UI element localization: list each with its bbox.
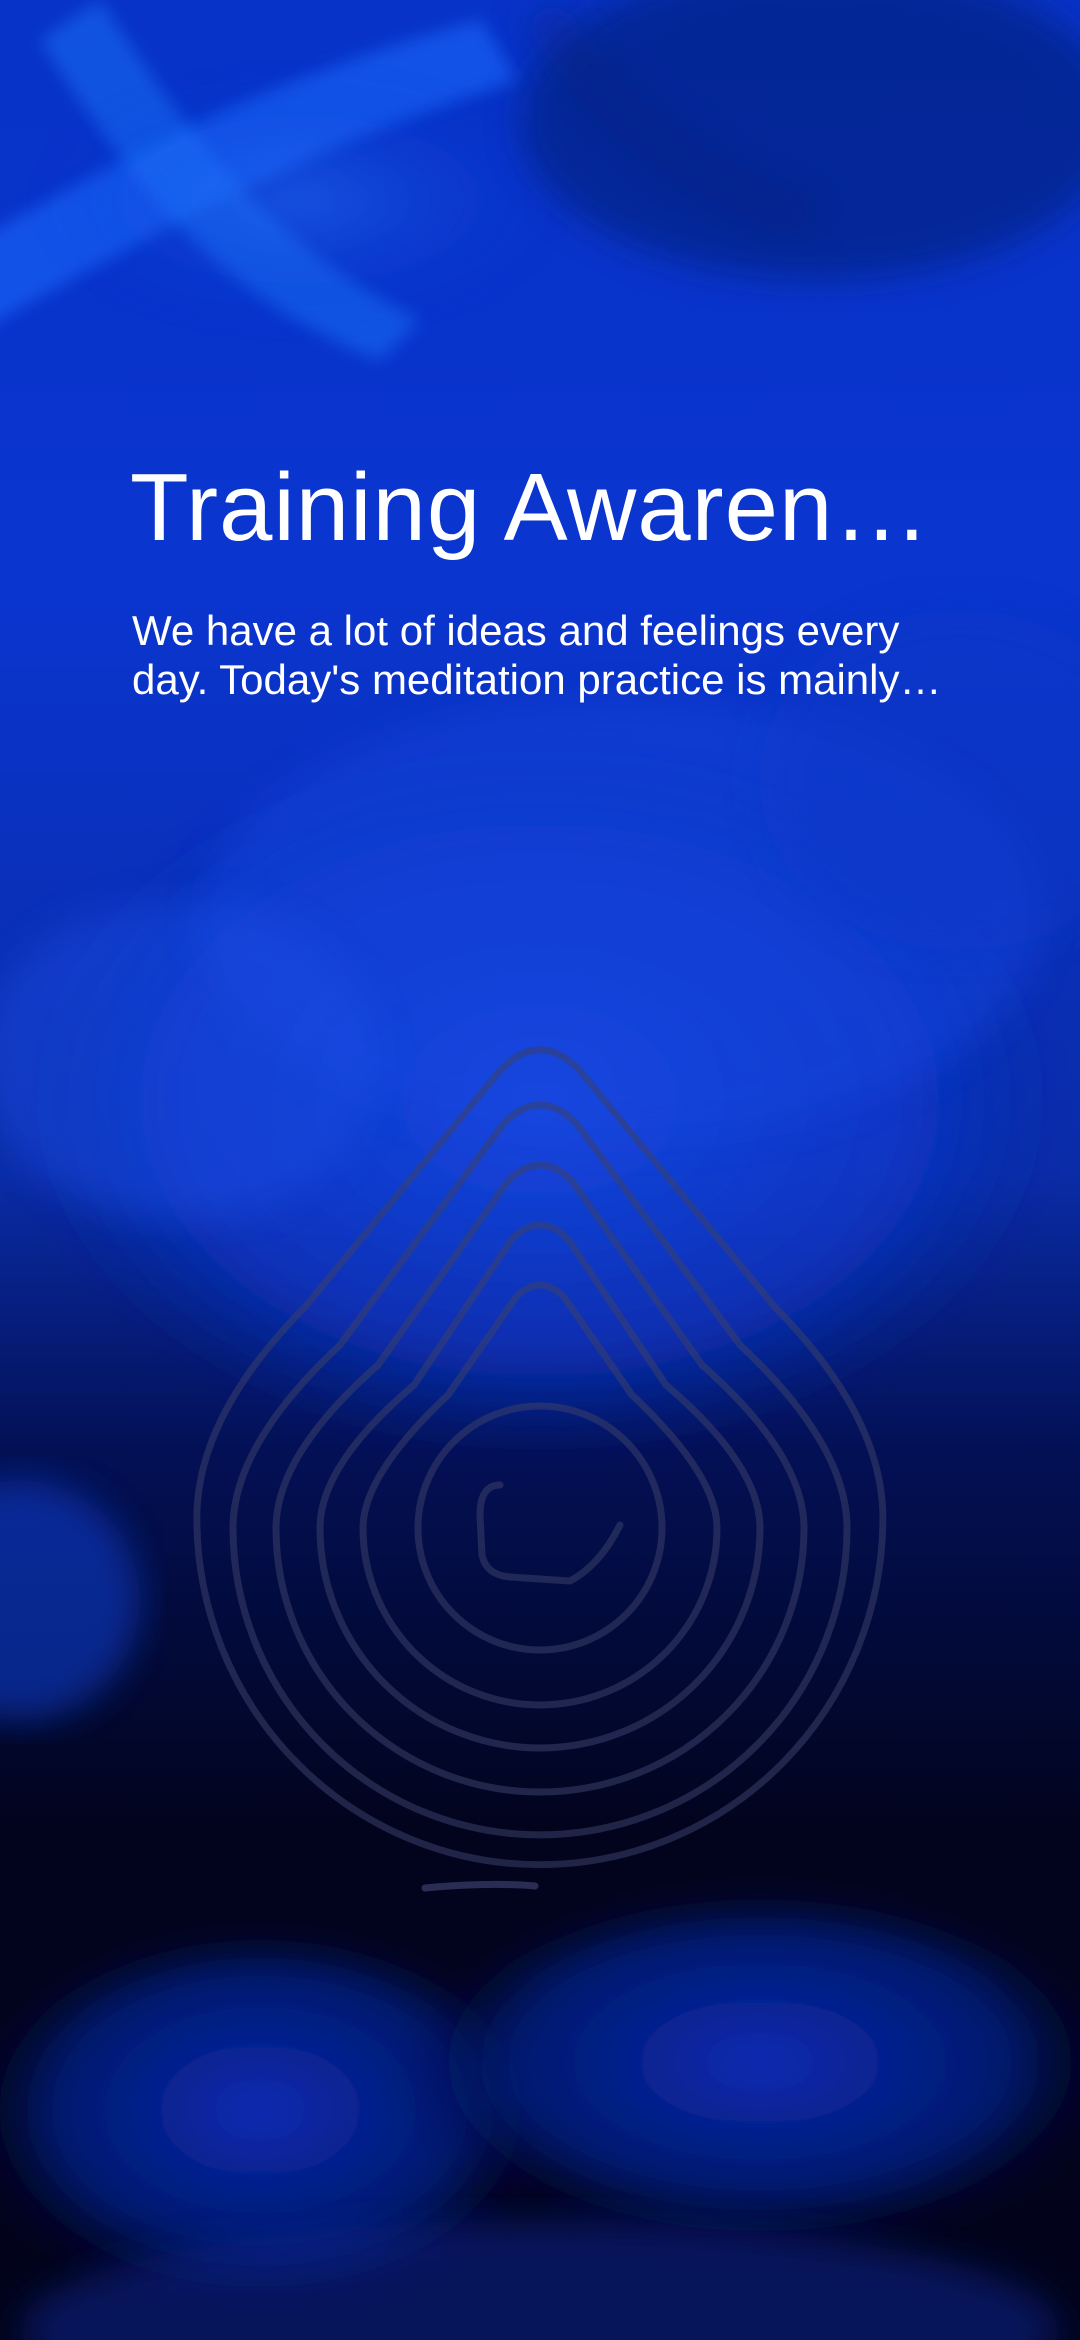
breathing-visual[interactable] <box>190 1020 890 1900</box>
session-title: Training Awareness <box>130 454 950 561</box>
session-description: We have a lot of ideas and feelings ever… <box>132 607 900 703</box>
water-drop-rings-icon <box>193 1046 887 1892</box>
